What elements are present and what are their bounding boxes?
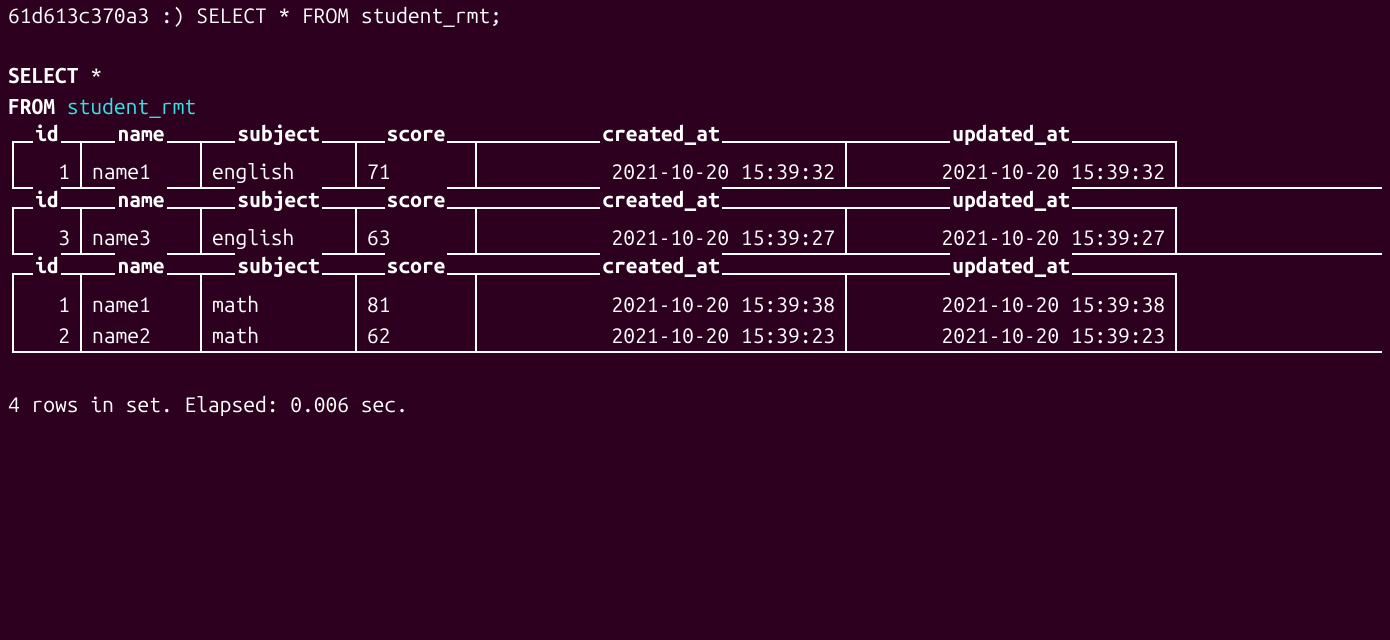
prompt-host: 61d613c370a3 xyxy=(8,3,149,27)
cell-subject: english xyxy=(202,223,357,253)
cell-updated_at: 2021-10-20 15:39:23 xyxy=(847,321,1177,351)
column-header-label: name xyxy=(115,118,166,150)
cell-updated_at: 2021-10-20 15:39:32 xyxy=(847,157,1177,187)
cell-name: name3 xyxy=(82,223,202,253)
cell-subject: english xyxy=(202,157,357,187)
cell-created_at: 2021-10-20 15:39:23 xyxy=(477,321,847,351)
column-header-updated_at: updated_at xyxy=(847,273,1177,289)
column-header-label: updated_at xyxy=(950,184,1072,216)
column-header-label: created_at xyxy=(600,250,722,282)
cell-id: 3 xyxy=(12,223,82,253)
column-header-label: subject xyxy=(235,184,321,216)
cell-created_at: 2021-10-20 15:39:32 xyxy=(477,157,847,187)
column-header-updated_at: updated_at xyxy=(847,141,1177,157)
column-header-label: created_at xyxy=(600,184,722,216)
column-header-label: name xyxy=(115,250,166,282)
result-block: idnamesubjectscorecreated_atupdated_at1n… xyxy=(12,273,1382,353)
cell-score: 71 xyxy=(357,157,477,187)
column-header-label: id xyxy=(33,118,61,150)
column-header-label: score xyxy=(385,118,448,150)
table-row: 1name1math812021-10-20 15:39:382021-10-2… xyxy=(12,289,1382,321)
prompt-command: SELECT * FROM student_rmt; xyxy=(196,3,502,27)
column-header-id: id xyxy=(12,207,82,223)
result-block: idnamesubjectscorecreated_atupdated_at3n… xyxy=(12,207,1382,255)
column-header-name: name xyxy=(82,141,202,157)
cell-id: 1 xyxy=(12,289,82,321)
table-name: student_rmt xyxy=(67,94,196,118)
column-header-name: name xyxy=(82,273,202,289)
column-header-label: id xyxy=(33,184,61,216)
table-header-row: idnamesubjectscorecreated_atupdated_at xyxy=(12,141,1382,157)
cell-name: name1 xyxy=(82,157,202,187)
star-token: * xyxy=(90,63,102,87)
select-keyword: SELECT xyxy=(8,63,79,87)
column-header-label: updated_at xyxy=(950,250,1072,282)
prompt-symbol: :) xyxy=(161,3,185,27)
column-header-label: subject xyxy=(235,118,321,150)
column-header-label: score xyxy=(385,250,448,282)
column-header-label: name xyxy=(115,184,166,216)
cell-score: 81 xyxy=(357,289,477,321)
from-keyword: FROM xyxy=(8,94,55,118)
column-header-name: name xyxy=(82,207,202,223)
column-header-score: score xyxy=(357,207,477,223)
query-echo: SELECT * FROM student_rmt xyxy=(8,60,1382,123)
column-header-updated_at: updated_at xyxy=(847,207,1177,223)
cell-name: name2 xyxy=(82,321,202,351)
column-header-label: id xyxy=(33,250,61,282)
cell-id: 2 xyxy=(12,321,82,351)
cell-subject: math xyxy=(202,321,357,351)
result-footer: 4 rows in set. Elapsed: 0.006 sec. xyxy=(8,389,1382,421)
column-header-score: score xyxy=(357,141,477,157)
cell-created_at: 2021-10-20 15:39:27 xyxy=(477,223,847,253)
cell-score: 62 xyxy=(357,321,477,351)
table-row: 2name2math622021-10-20 15:39:232021-10-2… xyxy=(12,321,1382,353)
cell-id: 1 xyxy=(12,157,82,187)
column-header-label: subject xyxy=(235,250,321,282)
column-header-subject: subject xyxy=(202,273,357,289)
column-header-label: score xyxy=(385,184,448,216)
column-header-subject: subject xyxy=(202,141,357,157)
result-block: idnamesubjectscorecreated_atupdated_at1n… xyxy=(12,141,1382,189)
cell-name: name1 xyxy=(82,289,202,321)
column-header-subject: subject xyxy=(202,207,357,223)
column-header-label: created_at xyxy=(600,118,722,150)
table-header-row: idnamesubjectscorecreated_atupdated_at xyxy=(12,273,1382,289)
table-header-row: idnamesubjectscorecreated_atupdated_at xyxy=(12,207,1382,223)
cell-updated_at: 2021-10-20 15:39:27 xyxy=(847,223,1177,253)
column-header-created_at: created_at xyxy=(477,207,847,223)
cell-created_at: 2021-10-20 15:39:38 xyxy=(477,289,847,321)
prompt-line[interactable]: 61d613c370a3 :) SELECT * FROM student_rm… xyxy=(8,0,1382,32)
column-header-created_at: created_at xyxy=(477,273,847,289)
column-header-id: id xyxy=(12,141,82,157)
column-header-score: score xyxy=(357,273,477,289)
cell-updated_at: 2021-10-20 15:39:38 xyxy=(847,289,1177,321)
column-header-id: id xyxy=(12,273,82,289)
cell-subject: math xyxy=(202,289,357,321)
column-header-created_at: created_at xyxy=(477,141,847,157)
column-header-label: updated_at xyxy=(950,118,1072,150)
cell-score: 63 xyxy=(357,223,477,253)
